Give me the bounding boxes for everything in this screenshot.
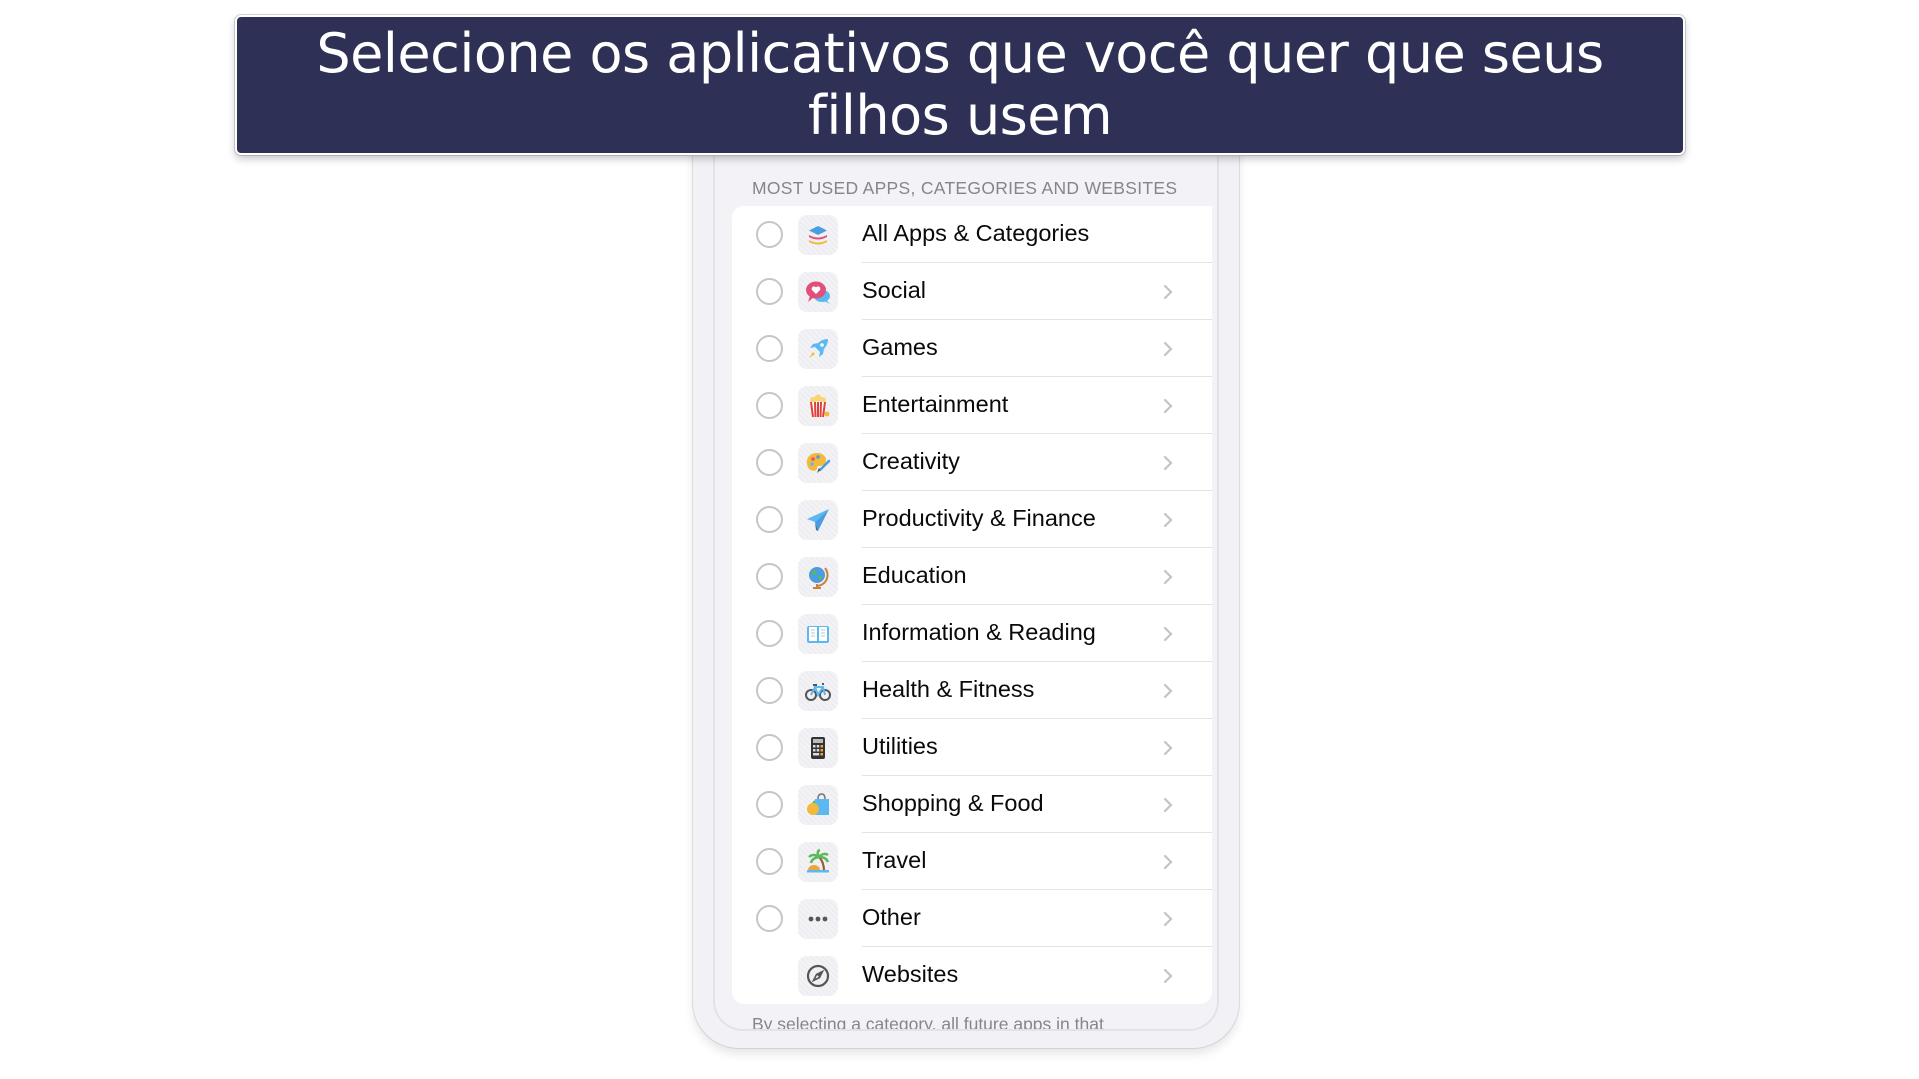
chevron-right-icon <box>1163 626 1173 642</box>
category-row-other[interactable]: Other <box>732 890 1212 947</box>
radio-button[interactable] <box>756 905 783 932</box>
section-header: MOST USED APPS, CATEGORIES AND WEBSITES <box>752 178 1178 198</box>
book-icon <box>798 614 838 654</box>
phone-frame: MOST USED APPS, CATEGORIES AND WEBSITES … <box>693 100 1239 1048</box>
category-row-shopping[interactable]: Shopping & Food <box>732 776 1212 833</box>
bicycle-icon <box>798 671 838 711</box>
shopping-bag-icon <box>798 785 838 825</box>
category-row-websites[interactable]: Websites <box>732 947 1212 1004</box>
radio-button[interactable] <box>756 221 783 248</box>
chevron-right-icon <box>1163 797 1173 813</box>
category-row-productivity[interactable]: Productivity & Finance <box>732 491 1212 548</box>
radio-button[interactable] <box>756 563 783 590</box>
chevron-right-icon <box>1163 398 1173 414</box>
radio-button[interactable] <box>756 620 783 647</box>
radio-button[interactable] <box>756 449 783 476</box>
category-row-health[interactable]: Health & Fitness <box>732 662 1212 719</box>
footer-note: By selecting a category, all future apps… <box>752 1014 1104 1031</box>
category-label: Games <box>862 334 938 360</box>
calculator-icon <box>798 728 838 768</box>
radio-button[interactable] <box>756 734 783 761</box>
category-label: Shopping & Food <box>862 790 1044 816</box>
category-label: Education <box>862 562 967 588</box>
caption-banner: Selecione os aplicativos que você quer q… <box>235 15 1685 155</box>
category-row-education[interactable]: Education <box>732 548 1212 605</box>
category-list: All Apps & Categories Social Games Enter… <box>732 206 1212 1004</box>
radio-button[interactable] <box>756 392 783 419</box>
category-row-utilities[interactable]: Utilities <box>732 719 1212 776</box>
radio-button[interactable] <box>756 848 783 875</box>
chevron-right-icon <box>1163 683 1173 699</box>
category-row-information[interactable]: Information & Reading <box>732 605 1212 662</box>
chevron-right-icon <box>1163 569 1173 585</box>
stack-icon <box>798 215 838 255</box>
radio-button[interactable] <box>756 506 783 533</box>
compass-icon <box>798 956 838 996</box>
chevron-right-icon <box>1163 968 1173 984</box>
category-row-entertainment[interactable]: Entertainment <box>732 377 1212 434</box>
category-label: Health & Fitness <box>862 676 1035 702</box>
chevron-right-icon <box>1163 512 1173 528</box>
chevron-right-icon <box>1163 284 1173 300</box>
radio-button[interactable] <box>756 278 783 305</box>
category-label: Information & Reading <box>862 619 1096 645</box>
category-label: Utilities <box>862 733 938 759</box>
popcorn-icon <box>798 386 838 426</box>
category-row-travel[interactable]: Travel <box>732 833 1212 890</box>
category-label: Other <box>862 904 921 930</box>
category-label: Social <box>862 277 927 303</box>
radio-button[interactable] <box>756 677 783 704</box>
category-label: Creativity <box>862 448 960 474</box>
rocket-icon <box>798 329 838 369</box>
category-row-social[interactable]: Social <box>732 263 1212 320</box>
chevron-right-icon <box>1163 854 1173 870</box>
chat-heart-icon <box>798 272 838 312</box>
phone-screen: MOST USED APPS, CATEGORIES AND WEBSITES … <box>713 100 1219 1031</box>
palm-island-icon <box>798 842 838 882</box>
category-row-creativity[interactable]: Creativity <box>732 434 1212 491</box>
chevron-right-icon <box>1163 740 1173 756</box>
category-label: All Apps & Categories <box>862 220 1090 246</box>
ellipsis-icon <box>798 899 838 939</box>
paper-plane-icon <box>798 500 838 540</box>
radio-button[interactable] <box>756 335 783 362</box>
chevron-right-icon <box>1163 341 1173 357</box>
banner-title: Selecione os aplicativos que você quer q… <box>316 22 1604 147</box>
chevron-right-icon <box>1163 911 1173 927</box>
category-row-games[interactable]: Games <box>732 320 1212 377</box>
category-label: Websites <box>862 961 959 987</box>
category-label: Travel <box>862 847 927 873</box>
chevron-right-icon <box>1163 455 1173 471</box>
radio-button[interactable] <box>756 791 783 818</box>
palette-icon <box>798 443 838 483</box>
category-label: Entertainment <box>862 391 1009 417</box>
globe-icon <box>798 557 838 597</box>
category-label: Productivity & Finance <box>862 505 1096 531</box>
category-row-all-apps[interactable]: All Apps & Categories <box>732 206 1212 263</box>
